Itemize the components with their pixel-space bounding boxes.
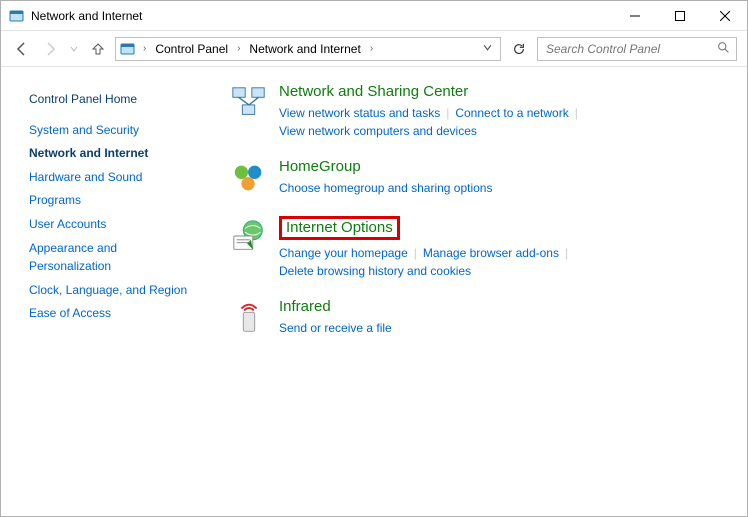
sidebar-item-user-accounts[interactable]: User Accounts <box>29 215 197 234</box>
sidebar-item-appearance[interactable]: Appearance and Personalization <box>29 239 197 276</box>
sidebar-item-hardware-sound[interactable]: Hardware and Sound <box>29 168 197 187</box>
divider: | <box>408 246 423 260</box>
task-connect-network[interactable]: Connect to a network <box>455 106 568 120</box>
breadcrumb-current[interactable]: Network and Internet <box>247 42 362 56</box>
body: Control Panel Home System and Security N… <box>1 67 747 516</box>
category-title-internet-options[interactable]: Internet Options <box>279 216 400 240</box>
task-row: Send or receive a file <box>279 319 729 337</box>
search-input[interactable] <box>544 41 717 57</box>
sidebar: Control Panel Home System and Security N… <box>1 67 211 516</box>
category-internet-options: Internet Options Change your homepage|Ma… <box>229 216 729 280</box>
category-title-homegroup[interactable]: HomeGroup <box>279 158 361 175</box>
window: Network and Internet <box>0 0 748 517</box>
category-title-infrared[interactable]: Infrared <box>279 298 331 315</box>
address-bar[interactable]: › Control Panel › Network and Internet › <box>115 37 501 61</box>
refresh-button[interactable] <box>507 37 531 61</box>
close-button[interactable] <box>702 1 747 30</box>
search-icon[interactable] <box>717 41 730 57</box>
task-manage-addons[interactable]: Manage browser add-ons <box>423 246 559 260</box>
task-view-network-devices[interactable]: View network computers and devices <box>279 124 477 138</box>
category-network-sharing: Network and Sharing Center View network … <box>229 83 729 140</box>
category-body: Internet Options Change your homepage|Ma… <box>279 216 729 280</box>
category-body: HomeGroup Choose homegroup and sharing o… <box>279 158 729 198</box>
sidebar-item-clock-language[interactable]: Clock, Language, and Region <box>29 281 197 300</box>
breadcrumb-root[interactable]: Control Panel <box>153 42 230 56</box>
search-box[interactable] <box>537 37 737 61</box>
category-body: Network and Sharing Center View network … <box>279 83 729 140</box>
chevron-right-icon[interactable]: › <box>234 43 243 54</box>
task-change-homepage[interactable]: Change your homepage <box>279 246 408 260</box>
network-sharing-icon <box>229 83 269 123</box>
window-title: Network and Internet <box>31 9 612 23</box>
divider: | <box>559 246 574 260</box>
address-dropdown-icon[interactable] <box>479 43 496 55</box>
sidebar-home[interactable]: Control Panel Home <box>29 90 197 109</box>
task-delete-history[interactable]: Delete browsing history and cookies <box>279 264 471 278</box>
forward-button[interactable] <box>39 38 61 60</box>
chevron-right-icon[interactable]: › <box>140 43 149 54</box>
sidebar-item-network-internet[interactable]: Network and Internet <box>29 144 197 163</box>
internet-options-icon <box>229 216 269 256</box>
task-view-network-status[interactable]: View network status and tasks <box>279 106 440 120</box>
task-row: Change your homepage|Manage browser add-… <box>279 244 729 280</box>
category-infrared: Infrared Send or receive a file <box>229 298 729 338</box>
category-title-network-sharing[interactable]: Network and Sharing Center <box>279 83 468 100</box>
homegroup-icon <box>229 158 269 198</box>
control-panel-icon <box>9 8 25 24</box>
sidebar-item-ease-of-access[interactable]: Ease of Access <box>29 304 197 323</box>
task-row: Choose homegroup and sharing options <box>279 179 729 197</box>
sidebar-item-programs[interactable]: Programs <box>29 191 197 210</box>
minimize-button[interactable] <box>612 1 657 30</box>
maximize-button[interactable] <box>657 1 702 30</box>
task-homegroup-options[interactable]: Choose homegroup and sharing options <box>279 181 492 195</box>
sidebar-item-system-security[interactable]: System and Security <box>29 121 197 140</box>
task-row: View network status and tasks|Connect to… <box>279 104 729 140</box>
back-button[interactable] <box>11 38 33 60</box>
chevron-right-icon[interactable]: › <box>367 43 376 54</box>
task-send-receive-file[interactable]: Send or receive a file <box>279 321 392 335</box>
titlebar: Network and Internet <box>1 1 747 31</box>
up-button[interactable] <box>87 38 109 60</box>
main-content: Network and Sharing Center View network … <box>211 67 747 516</box>
infrared-icon <box>229 298 269 338</box>
recent-dropdown-icon[interactable] <box>67 38 81 60</box>
divider: | <box>440 106 455 120</box>
control-panel-icon <box>120 41 136 57</box>
category-body: Infrared Send or receive a file <box>279 298 729 338</box>
divider: | <box>569 106 584 120</box>
navbar: › Control Panel › Network and Internet › <box>1 31 747 67</box>
category-homegroup: HomeGroup Choose homegroup and sharing o… <box>229 158 729 198</box>
